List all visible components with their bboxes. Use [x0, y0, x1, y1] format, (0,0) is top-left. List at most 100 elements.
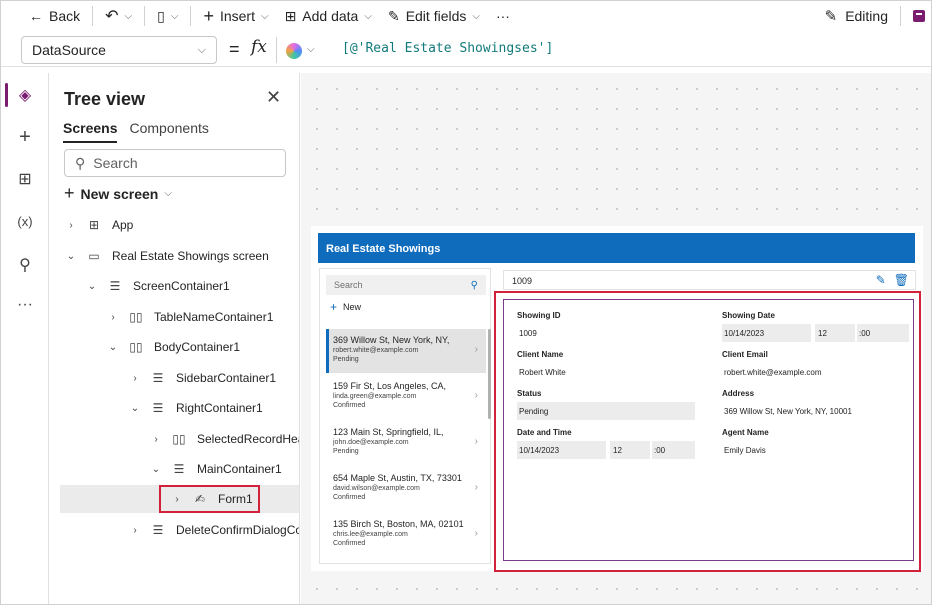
chevron-right-icon: › — [474, 344, 478, 355]
horizontal-container-icon: ▯▯ — [172, 432, 186, 446]
chevron-right-icon: › — [474, 528, 478, 539]
editing-status[interactable]: Editing — [845, 8, 888, 24]
horizontal-container-icon: ▯▯ — [129, 340, 143, 354]
more-button[interactable]: ··· — [488, 1, 518, 31]
more-rail-button[interactable]: ··· — [1, 285, 49, 325]
chevron-right-icon[interactable]: › — [108, 312, 118, 323]
scrollbar[interactable] — [488, 329, 491, 419]
tree-node-screencontainer[interactable]: ⌄ ☰ ScreenContainer1 — [87, 271, 230, 301]
divider — [276, 37, 277, 63]
search-icon: ⚲ — [75, 154, 86, 171]
tree-view-rail-button[interactable]: ◈ — [1, 75, 49, 115]
chevron-down-icon[interactable]: ⌄ — [130, 403, 140, 414]
divider — [144, 6, 146, 26]
copilot-icon[interactable] — [286, 43, 302, 59]
selected-record-header: 1009 ✎ 🗑 — [503, 270, 916, 290]
layers-icon: ◈ — [18, 87, 32, 104]
list-item[interactable]: 135 Birch St, Boston, MA, 02101 chris.le… — [326, 513, 486, 557]
list-item[interactable]: 123 Main St, Springfield, IL, john.doe@e… — [326, 421, 486, 465]
back-button[interactable]: ← Back — [1, 1, 88, 31]
chevron-down-icon[interactable]: ⌵ — [171, 11, 179, 22]
tab-screens[interactable]: Screens — [63, 120, 118, 143]
tree-view-panel: Tree view ✕ Screens Components ⚲ Search … — [50, 73, 300, 604]
chevron-right-icon: › — [474, 436, 478, 447]
search-icon: ⚲ — [19, 257, 31, 274]
property-dropdown[interactable]: DataSource ⌵ — [21, 36, 217, 64]
horizontal-container-icon: ▯▯ — [129, 310, 143, 324]
clipboard-icon: ▯ — [157, 7, 165, 24]
insert-rail-button[interactable]: + — [1, 117, 49, 157]
database-icon: ⊞ — [284, 7, 297, 24]
more-icon: ··· — [17, 296, 33, 313]
chevron-down-icon[interactable]: ⌄ — [108, 342, 118, 353]
divider — [92, 6, 94, 26]
chevron-down-icon: ⌵ — [197, 43, 206, 56]
container-icon: ☰ — [152, 371, 164, 385]
chevron-down-icon[interactable]: ⌵ — [125, 11, 133, 22]
plus-icon: + — [19, 125, 31, 148]
formula-input[interactable]: [@'Real Estate Showingses'] — [342, 41, 553, 56]
tree-node-rightcontainer[interactable]: ⌄ ☰ RightContainer1 — [130, 393, 263, 423]
tree-node-bodycontainer[interactable]: ⌄ ▯▯ BodyContainer1 — [108, 332, 240, 362]
formula-bar: DataSource ⌵ = fx ⌵ [@'Real Estate Showi… — [1, 33, 931, 67]
tree-view-title: Tree view — [64, 89, 146, 109]
list-item[interactable]: 369 Willow St, New York, NY, robert.whit… — [326, 329, 486, 373]
tree-node-sidebarcontainer[interactable]: › ☰ SidebarContainer1 — [130, 363, 276, 393]
data-rail-button[interactable]: ⊞ — [1, 159, 49, 199]
left-rail: ◈ + ⊞ (x) ⚲ ··· — [1, 73, 49, 604]
undo-button[interactable]: ↶ ⌵ — [97, 1, 140, 31]
container-icon: ☰ — [173, 462, 185, 476]
chevron-down-icon[interactable]: ⌵ — [307, 44, 315, 55]
chevron-down-icon[interactable]: ⌄ — [87, 281, 97, 292]
app-header: Real Estate Showings — [318, 233, 915, 263]
tree-node-app[interactable]: › ⊞ App — [66, 210, 133, 240]
list-item[interactable]: 654 Maple St, Austin, TX, 73301 david.wi… — [326, 467, 486, 511]
chevron-right-icon: › — [474, 482, 478, 493]
edit-fields-button[interactable]: ✎ Edit fields ⌵ — [380, 1, 488, 31]
tree-node-tablenamecontainer[interactable]: › ▯▯ TableNameContainer1 — [108, 302, 273, 332]
divider — [900, 6, 901, 26]
search-icon: ⚲ — [470, 280, 478, 291]
tree-node-selectedrecordheader[interactable]: › ▯▯ SelectedRecordHeader — [151, 424, 299, 454]
variables-icon: (x) — [17, 213, 33, 229]
plus-icon: + — [330, 300, 338, 314]
undo-icon: ↶ — [105, 8, 119, 25]
chevron-right-icon[interactable]: › — [130, 525, 140, 536]
list-item[interactable]: 159 Fir St, Los Angeles, CA, linda.green… — [326, 375, 486, 419]
paste-button[interactable]: ▯ ⌵ — [149, 1, 186, 31]
app-grid-icon: ⊞ — [88, 218, 100, 232]
new-record-button[interactable]: + New — [330, 300, 361, 314]
add-data-button[interactable]: ⊞ Add data ⌵ — [277, 1, 380, 31]
close-icon[interactable]: ✕ — [266, 87, 281, 108]
table-icon: ⊞ — [18, 171, 32, 188]
trash-icon[interactable]: 🗑 — [894, 273, 909, 287]
chevron-down-icon: ⌵ — [260, 10, 269, 22]
records-search-input[interactable]: Search ⚲ — [326, 275, 486, 295]
divider — [190, 6, 192, 26]
chevron-right-icon: › — [474, 390, 478, 401]
tree-node-maincontainer[interactable]: ⌄ ☰ MainContainer1 — [151, 454, 282, 484]
search-rail-button[interactable]: ⚲ — [1, 245, 49, 285]
plus-icon: + — [203, 5, 214, 26]
insert-button[interactable]: + Insert ⌵ — [195, 1, 276, 31]
screen-icon: ▭ — [88, 249, 100, 263]
tree-search-input[interactable]: ⚲ Search — [64, 149, 286, 177]
chevron-right-icon[interactable]: › — [66, 220, 76, 231]
variables-rail-button[interactable]: (x) — [1, 201, 49, 241]
new-screen-button[interactable]: + New screen ⌵ — [64, 183, 172, 204]
edit-icon[interactable]: ✎ — [876, 273, 886, 287]
app-icon[interactable] — [913, 10, 925, 22]
pencil-icon: ✎ — [824, 8, 838, 25]
chevron-right-icon[interactable]: › — [151, 434, 161, 445]
chevron-down-icon[interactable]: ⌄ — [151, 464, 161, 475]
command-bar: ← Back ↶ ⌵ ▯ ⌵ + Insert ⌵ ⊞ Add data ⌵ ✎… — [1, 1, 931, 31]
tab-components[interactable]: Components — [129, 120, 208, 143]
tree-node-screen[interactable]: ⌄ ▭ Real Estate Showings screen — [66, 241, 269, 271]
form-highlight — [494, 291, 921, 572]
chevron-down-icon[interactable]: ⌄ — [66, 251, 76, 262]
chevron-right-icon[interactable]: › — [130, 373, 140, 384]
tree-node-deleteconfirmdialog[interactable]: › ☰ DeleteConfirmDialogConta — [130, 515, 299, 545]
chevron-down-icon: ⌵ — [472, 10, 480, 22]
equals-sign: = — [229, 39, 240, 59]
container-icon: ☰ — [109, 279, 121, 293]
